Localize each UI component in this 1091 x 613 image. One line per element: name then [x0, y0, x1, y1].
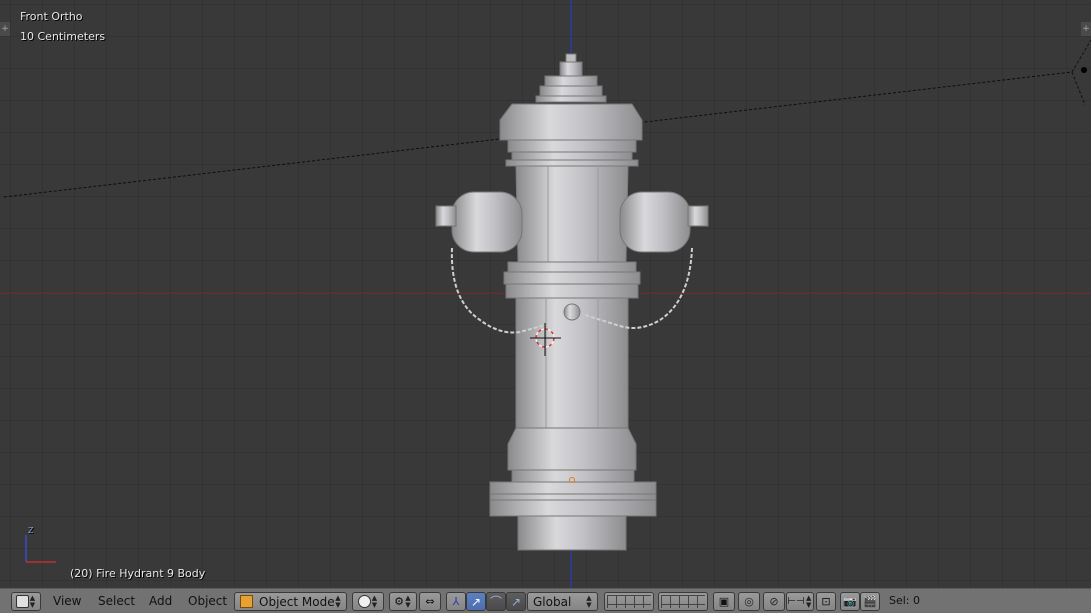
manipulator-icon: ⅄ — [452, 595, 460, 608]
animation-icon: 🎬 — [863, 595, 877, 608]
grid-scale: 10 Centimeters — [20, 30, 106, 43]
snap-element-dropdown[interactable]: ⊢⊣ ▲ ▼ — [786, 592, 814, 611]
snap-target-button[interactable]: ⊡ — [816, 592, 836, 611]
region-toggle-left-icon[interactable]: + — [0, 22, 10, 36]
layers-grid-2[interactable] — [658, 592, 708, 611]
lock-camera-button[interactable]: ▣ — [713, 592, 735, 611]
fire-hydrant-model — [435, 53, 709, 551]
view-name: Front Ortho — [20, 10, 83, 23]
active-object-label: (20) Fire Hydrant 9 Body — [70, 567, 206, 580]
object-mode-icon — [240, 595, 253, 608]
render-animation-button[interactable]: 🎬 — [860, 592, 880, 611]
snap-icon: ⊘ — [769, 595, 779, 608]
translate-manipulator-button[interactable]: ↗ — [466, 592, 486, 611]
chevron-updown-icon: ▲ ▼ — [806, 593, 812, 609]
editor-type-icon — [15, 595, 29, 608]
layers-icon — [607, 595, 651, 608]
viewport-shading-icon — [357, 595, 371, 608]
camera-outline — [1071, 39, 1091, 106]
snap-element-icon: ⊢⊣ — [787, 596, 805, 607]
snap-target-icon: ⊡ — [821, 595, 831, 608]
chevron-updown-icon: ▲ ▼ — [335, 593, 341, 609]
proportional-edit-button[interactable]: ◎ — [738, 592, 760, 611]
viewport-header: ▲ ▼ View Select Add Object Object Mode ▲ ▼… — [0, 588, 1091, 613]
chevron-updown-icon: ▲ ▼ — [29, 593, 36, 609]
translate-icon: ↗ — [470, 594, 482, 609]
lock-camera-icon: ▣ — [718, 595, 730, 608]
axis-z-label: Z — [28, 526, 34, 535]
transform-icon: ⇔ — [425, 595, 435, 608]
selection-count: Sel: 0 — [889, 594, 921, 607]
layers-icon — [661, 595, 705, 608]
menu-add[interactable]: Add — [149, 594, 172, 608]
snap-toggle-button[interactable]: ⊘ — [763, 592, 785, 611]
mode-dropdown[interactable]: Object Mode ▲ ▼ — [234, 592, 347, 611]
render-opengl-button[interactable]: 📷 — [840, 592, 860, 611]
menu-select[interactable]: Select — [98, 594, 135, 608]
axis-gizmo — [25, 535, 56, 563]
proportional-edit-icon: ◎ — [744, 595, 754, 608]
viewport-scene — [0, 0, 1091, 588]
menu-view[interactable]: View — [53, 594, 81, 608]
snap-to-button[interactable]: ⇔ — [419, 592, 441, 611]
viewport-shading-dropdown[interactable]: ▲ ▼ — [352, 592, 384, 611]
rotate-manipulator-button[interactable]: ⌒ — [486, 592, 506, 611]
orientation-dropdown[interactable]: Global ▲ ▼ — [527, 592, 598, 611]
chevron-updown-icon: ▲ ▼ — [586, 593, 592, 609]
editor-type-button[interactable]: ▲ ▼ — [11, 592, 41, 611]
scale-manipulator-button[interactable]: ↗ — [506, 592, 526, 611]
chevron-updown-icon: ▲ ▼ — [405, 593, 411, 609]
layers-grid-1[interactable] — [604, 592, 654, 611]
pivot-point-dropdown[interactable]: ⚙ ▲ ▼ — [389, 592, 417, 611]
region-toggle-right-icon[interactable]: + — [1081, 22, 1091, 36]
menu-object[interactable]: Object — [188, 594, 227, 608]
chevron-updown-icon: ▲ ▼ — [371, 593, 378, 609]
pivot-point-icon: ⚙ — [394, 595, 404, 608]
scale-icon: ↗ — [510, 594, 522, 609]
3d-viewport[interactable]: + + Front Ortho 10 Centimeters Z (20) Fi… — [0, 0, 1091, 588]
render-icon: 📷 — [843, 595, 857, 608]
manipulator-toggle[interactable]: ⅄ — [446, 592, 466, 611]
rotate-icon: ⌒ — [489, 595, 502, 609]
